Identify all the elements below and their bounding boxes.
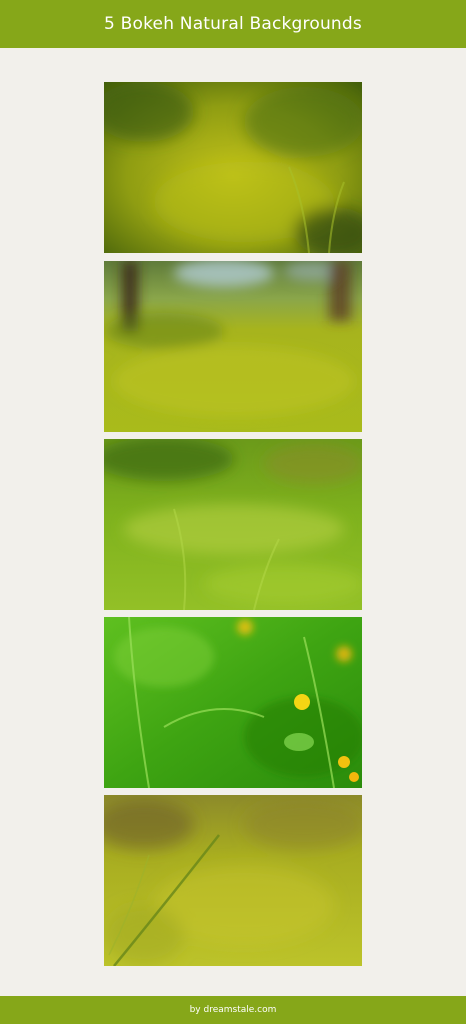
page-header: 5 Bokeh Natural Backgrounds: [0, 0, 466, 48]
bokeh-image-1: [104, 82, 362, 253]
bokeh-background-1: [104, 82, 362, 253]
bokeh-background-5: [104, 795, 362, 966]
bokeh-image-5: [104, 795, 362, 966]
page-footer: by dreamstale.com: [0, 996, 466, 1024]
bokeh-background-4: [104, 617, 362, 788]
bokeh-image-3: [104, 439, 362, 610]
footer-credit: by dreamstale.com: [189, 1005, 277, 1015]
bokeh-image-4: [104, 617, 362, 788]
bokeh-background-2: [104, 261, 362, 432]
page-title: 5 Bokeh Natural Backgrounds: [104, 14, 362, 34]
bokeh-background-3: [104, 439, 362, 610]
bokeh-image-2: [104, 261, 362, 432]
